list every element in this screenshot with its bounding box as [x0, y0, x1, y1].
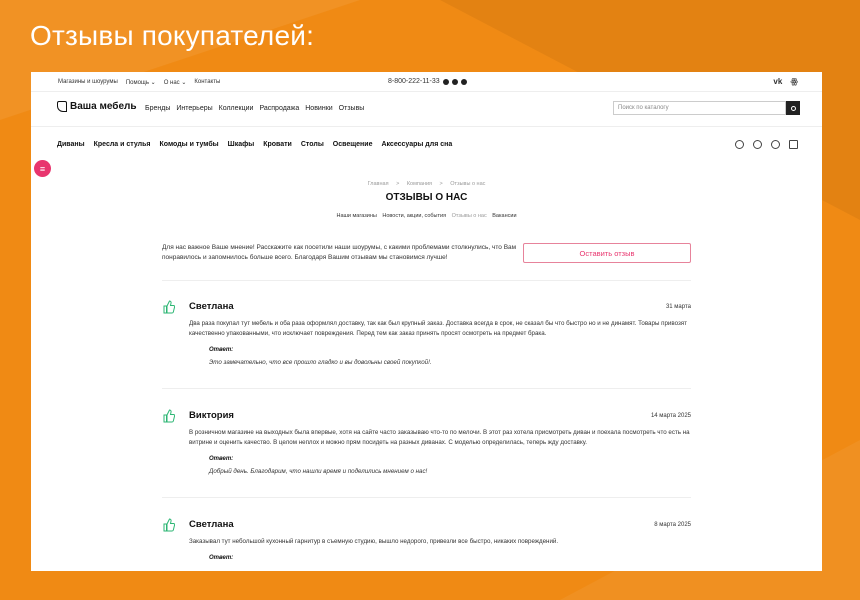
answer-text: Это замечательно, что все прошло гладко …	[209, 359, 432, 366]
catalog-item-wardrobes[interactable]: Шкафы	[228, 141, 255, 148]
search-button[interactable]	[786, 101, 800, 115]
review-text: В розничном магазине на выходных была вп…	[189, 429, 690, 446]
review-date: 31 марта	[665, 304, 691, 310]
answer-label: Ответ:	[209, 456, 234, 462]
page-title: ОТЗЫВЫ О НАС	[385, 192, 468, 203]
catalog-item-lighting[interactable]: Освещение	[333, 141, 373, 148]
breadcrumb-separator: >	[396, 181, 400, 187]
catalog-item-sleep[interactable]: Аксессуары для сна	[381, 141, 452, 148]
ok-icon[interactable]: ꙮ	[790, 77, 798, 86]
leave-review-button[interactable]: Оставить отзыв	[523, 243, 691, 263]
thumbs-up-icon	[163, 518, 175, 532]
filter-button[interactable]: ≡	[34, 160, 51, 177]
whatsapp-icon[interactable]	[442, 78, 449, 85]
heart-icon[interactable]	[771, 140, 780, 149]
divider	[162, 388, 691, 389]
user-icon[interactable]	[735, 140, 744, 149]
breadcrumb-home[interactable]: Главная	[368, 181, 389, 187]
nav-reviews[interactable]: Отзывы	[339, 105, 365, 112]
sliders-icon: ≡	[39, 163, 46, 174]
review-author: Светлана	[189, 519, 234, 530]
site-logo[interactable]: Ваша мебель	[57, 101, 137, 112]
banner-title: Отзывы покупателей:	[30, 20, 315, 51]
vk-icon[interactable]: vk	[773, 77, 782, 86]
social-links: vk ꙮ	[773, 77, 798, 86]
header-tools	[735, 140, 798, 149]
intro-text: Для нас важное Ваше мнение! Расскажите к…	[162, 244, 517, 261]
logo-text: Ваша мебель	[70, 101, 137, 112]
review-date: 8 марта 2025	[654, 522, 691, 528]
phone-icon[interactable]	[460, 78, 467, 85]
divider	[31, 126, 822, 127]
subnav-news[interactable]: Новости, акции, события	[382, 213, 446, 219]
clock-icon[interactable]	[753, 140, 762, 149]
telegram-icon[interactable]	[451, 78, 458, 85]
nav-interiors[interactable]: Интерьеры	[176, 105, 212, 112]
top-links: Магазины и шоурумы Помощь ⌄ О нас ⌄ Конт…	[58, 79, 220, 86]
top-link-help[interactable]: Помощь ⌄	[126, 79, 156, 86]
main-nav: Бренды Интерьеры Коллекции Распродажа Но…	[145, 105, 364, 112]
thumbs-up-icon	[163, 300, 175, 314]
top-bar: Магазины и шоурумы Помощь ⌄ О нас ⌄ Конт…	[31, 72, 822, 92]
nav-brands[interactable]: Бренды	[145, 105, 170, 112]
catalog-item-tables[interactable]: Столы	[301, 141, 324, 148]
review-author: Виктория	[189, 410, 234, 421]
subnav-reviews[interactable]: Отзывы о нас	[452, 213, 487, 219]
answer-text: Добрый день. Благодарим, что нашли время…	[209, 468, 428, 475]
catalog-item-sofas[interactable]: Диваны	[57, 141, 85, 148]
review-date: 14 марта 2025	[650, 413, 691, 419]
top-link-stores[interactable]: Магазины и шоурумы	[58, 79, 118, 86]
top-link-about[interactable]: О нас ⌄	[164, 79, 187, 86]
search-input[interactable]: Поиск по каталогу	[613, 101, 786, 115]
answer-label: Ответ:	[209, 555, 234, 561]
divider	[162, 280, 691, 281]
subnav-vacancies[interactable]: Вакансии	[492, 213, 516, 219]
breadcrumb-current: Отзывы о нас	[450, 181, 486, 187]
sub-nav: Наши магазины Новости, акции, события От…	[31, 213, 822, 219]
answer-label: Ответ:	[209, 347, 234, 353]
website-screenshot: Магазины и шоурумы Помощь ⌄ О нас ⌄ Конт…	[31, 72, 822, 571]
nav-sale[interactable]: Распродажа	[259, 105, 299, 112]
review-author: Светлана	[189, 301, 234, 312]
breadcrumb-separator: >	[439, 181, 443, 187]
catalog-nav: Диваны Кресла и стулья Комоды и тумбы Шк…	[57, 141, 452, 148]
nav-collections[interactable]: Коллекции	[219, 105, 254, 112]
review-text: Заказывал тут небольшой кухонный гарниту…	[189, 538, 559, 545]
top-link-contacts[interactable]: Контакты	[194, 79, 220, 86]
search-icon	[790, 105, 796, 111]
catalog-item-chairs[interactable]: Кресла и стулья	[94, 141, 151, 148]
divider	[162, 497, 691, 498]
phone-block: 8-800-222-11-33	[388, 78, 467, 85]
phone-number[interactable]: 8-800-222-11-33	[388, 78, 440, 85]
thumbs-up-icon	[163, 409, 175, 423]
logo-icon	[57, 101, 67, 112]
catalog-item-dressers[interactable]: Комоды и тумбы	[160, 141, 219, 148]
cart-icon[interactable]	[789, 140, 798, 149]
catalog-item-beds[interactable]: Кровати	[263, 141, 292, 148]
review-text: Два раза покупал тут мебель и оба раза о…	[189, 320, 687, 337]
breadcrumb-company[interactable]: Компания	[407, 181, 432, 187]
nav-new[interactable]: Новинки	[305, 105, 332, 112]
breadcrumb: Главная > Компания > Отзывы о нас	[31, 181, 822, 187]
subnav-stores[interactable]: Наши магазины	[336, 213, 376, 219]
